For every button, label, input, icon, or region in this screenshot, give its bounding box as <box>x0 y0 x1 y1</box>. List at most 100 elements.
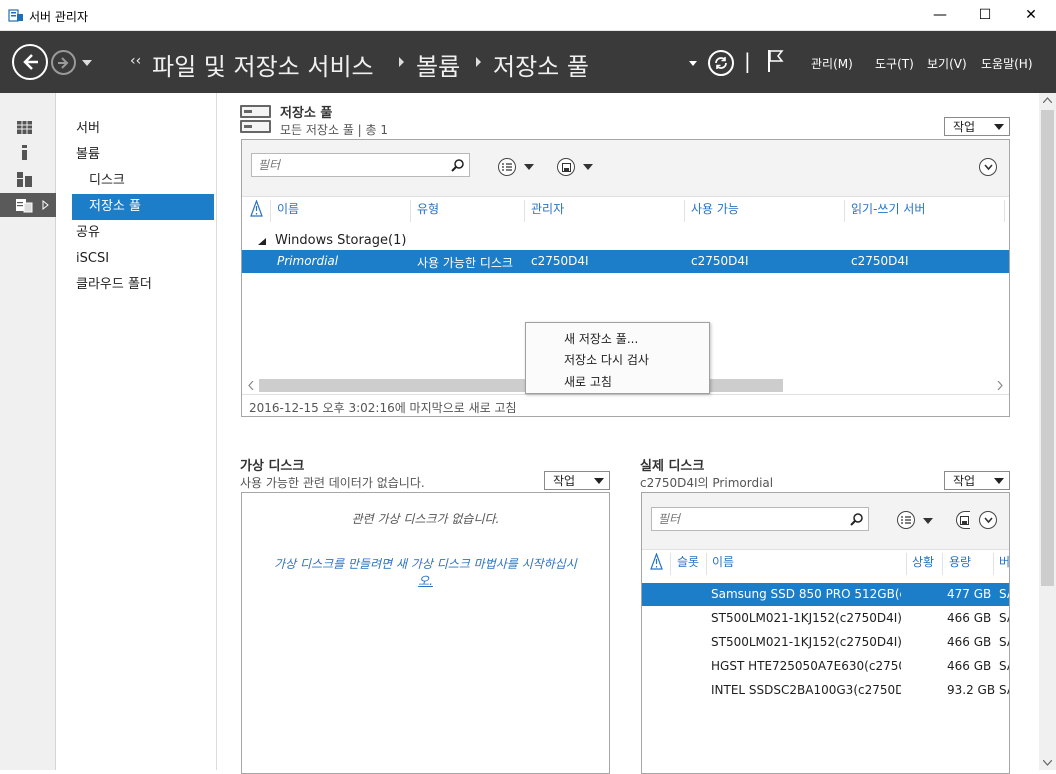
pool-task-button[interactable]: 작업 <box>944 117 1010 136</box>
search-icon[interactable] <box>850 512 864 526</box>
breadcrumb-volumes[interactable]: 볼륨 <box>416 47 460 82</box>
pool-filter-input[interactable]: 필터 <box>251 153 470 177</box>
physical-disk-title: 실제 디스크 <box>640 459 705 474</box>
physical-disk-filter-input[interactable]: 필터 <box>651 507 869 531</box>
storage-pool-icon <box>240 105 271 133</box>
close-button[interactable]: ✕ <box>1008 0 1054 30</box>
table-row[interactable]: ST500LM021-1KJ152(c2750D4I) 466 GB SA <box>642 607 1009 630</box>
disk-col-bus[interactable]: 버 <box>999 553 1009 570</box>
refresh-button[interactable] <box>708 50 734 76</box>
sort-warning-icon[interactable] <box>650 553 663 571</box>
refresh-dropdown-icon[interactable] <box>689 61 697 66</box>
chevron-down-icon <box>994 478 1004 484</box>
chevron-down-icon <box>594 478 604 484</box>
menu-tools[interactable]: 도구(T) <box>875 55 914 72</box>
save-query-button[interactable] <box>956 511 970 529</box>
query-options-button[interactable] <box>897 511 915 529</box>
new-virtual-disk-link[interactable]: 가상 디스크를 만들려면 새 가상 디스크 마법사를 시작하십시 오. <box>252 555 599 589</box>
table-row[interactable]: HGST HTE725050A7E630(c2750D... 466 GB SA <box>642 655 1009 678</box>
disk-row-name: Samsung SSD 850 PRO 512GB(c... <box>711 587 901 601</box>
virtual-disk-task-label: 작업 <box>553 474 576 488</box>
table-row[interactable]: Samsung SSD 850 PRO 512GB(c... 477 GB SA <box>642 583 1009 606</box>
main-scrollbar[interactable] <box>1039 93 1056 770</box>
pool-col-manager[interactable]: 관리자 <box>531 200 564 217</box>
table-row[interactable]: ST500LM021-1KJ152(c2750D4I) 466 GB SA <box>642 631 1009 654</box>
minimize-button[interactable]: — <box>917 0 963 30</box>
disk-col-capacity[interactable]: 용량 <box>949 553 971 570</box>
disk-col-name[interactable]: 이름 <box>712 553 734 570</box>
table-row[interactable]: INTEL SSDSC2BA100G3(c2750D4I) 93.2 GB SA <box>642 679 1009 702</box>
pool-col-available[interactable]: 사용 가능 <box>691 200 739 217</box>
scroll-down-icon[interactable] <box>1043 760 1052 766</box>
pool-col-type[interactable]: 유형 <box>417 200 439 217</box>
context-item-new-pool[interactable]: 새 저장소 풀... <box>564 330 638 347</box>
pool-col-name[interactable]: 이름 <box>277 200 299 217</box>
virtual-disk-task-button[interactable]: 작업 <box>544 471 610 490</box>
nav-item-disks[interactable]: 디스크 <box>89 168 125 194</box>
context-item-rescan[interactable]: 저장소 다시 검사 <box>564 351 649 368</box>
query-options-dropdown-icon[interactable] <box>923 518 933 524</box>
context-item-refresh[interactable]: 새로 고침 <box>564 373 612 390</box>
dashboard-icon[interactable] <box>17 120 32 135</box>
pool-row-name: Primordial <box>277 254 339 268</box>
save-query-button[interactable] <box>557 158 575 176</box>
pool-row-available: c2750D4I <box>691 254 749 268</box>
nav-item-storage-pools[interactable]: 저장소 풀 <box>72 194 214 220</box>
local-server-icon[interactable] <box>17 145 32 160</box>
collapse-panel-button[interactable] <box>979 158 997 176</box>
notifications-flag-icon[interactable] <box>766 48 786 74</box>
table-row[interactable]: Primordial 사용 가능한 디스크 c2750D4I c2750D4I … <box>242 250 1009 273</box>
list-icon <box>901 516 911 524</box>
nav-item-volumes[interactable]: 볼륨 <box>76 142 100 168</box>
column-separator <box>670 553 671 575</box>
menu-view[interactable]: 보기(V) <box>927 55 967 72</box>
file-storage-icon <box>16 199 33 213</box>
disk-row-bus: SA <box>999 611 1009 625</box>
nav-item-servers[interactable]: 서버 <box>76 116 100 142</box>
back-button[interactable] <box>12 44 48 80</box>
pool-group-label: Windows Storage(1) <box>275 233 407 248</box>
sort-warning-icon[interactable] <box>250 200 263 218</box>
scroll-left-icon[interactable] <box>248 381 254 390</box>
breadcrumb-storage-pools: 저장소 풀 <box>493 53 589 81</box>
menu-manage[interactable]: 관리(M) <box>811 55 853 72</box>
nav-item-iscsi[interactable]: iSCSI <box>76 246 109 272</box>
disk-row-name: ST500LM021-1KJ152(c2750D4I) <box>711 635 901 649</box>
pool-row-rw-server: c2750D4I <box>851 254 909 268</box>
disk-row-capacity: 466 GB <box>947 635 992 649</box>
scroll-right-icon[interactable] <box>997 381 1003 390</box>
collapse-panel-button[interactable] <box>979 511 997 529</box>
crumb-prefix-icon: ‹‹ <box>130 53 142 69</box>
disk-col-slot[interactable]: 슬롯 <box>677 553 699 570</box>
virtual-disk-empty-text: 관련 가상 디스크가 없습니다. <box>351 512 500 526</box>
history-dropdown-icon[interactable] <box>82 60 92 66</box>
column-separator <box>1004 200 1005 222</box>
query-options-dropdown-icon[interactable] <box>524 164 534 170</box>
scrollbar-thumb[interactable] <box>1041 110 1054 586</box>
forward-button[interactable] <box>51 50 76 75</box>
physical-disk-task-button[interactable]: 작업 <box>944 471 1010 490</box>
nav-item-shares[interactable]: 공유 <box>76 220 100 246</box>
disk-row-capacity: 466 GB <box>947 611 992 625</box>
window-title: 서버 관리자 <box>29 10 89 24</box>
nav-item-cloud-folders[interactable]: 클라우드 폴더 <box>76 272 152 298</box>
server-manager-icon <box>8 9 23 22</box>
save-query-dropdown-icon[interactable] <box>583 164 593 170</box>
pool-col-rw-server[interactable]: 읽기-쓰기 서버 <box>851 200 925 217</box>
disk-row-capacity: 477 GB <box>947 587 992 601</box>
search-icon[interactable] <box>451 158 465 172</box>
collapse-group-icon[interactable] <box>258 238 266 245</box>
query-options-button[interactable] <box>498 158 516 176</box>
breadcrumb-file-storage[interactable]: 파일 및 저장소 서비스 <box>152 47 374 82</box>
list-icon <box>502 163 512 171</box>
pool-section-title: 저장소 풀 <box>280 106 333 121</box>
menu-help[interactable]: 도움말(H) <box>981 55 1033 72</box>
physical-disk-subtitle: c2750D4I의 Primordial <box>640 476 774 490</box>
maximize-button[interactable]: ☐ <box>962 0 1008 30</box>
all-servers-icon[interactable] <box>17 172 32 187</box>
rail-item-file-storage[interactable] <box>0 193 56 217</box>
physical-disk-task-label: 작업 <box>953 474 976 488</box>
disk-col-status[interactable]: 상황 <box>912 553 934 570</box>
column-separator <box>524 200 525 222</box>
scroll-up-icon[interactable] <box>1043 97 1052 103</box>
